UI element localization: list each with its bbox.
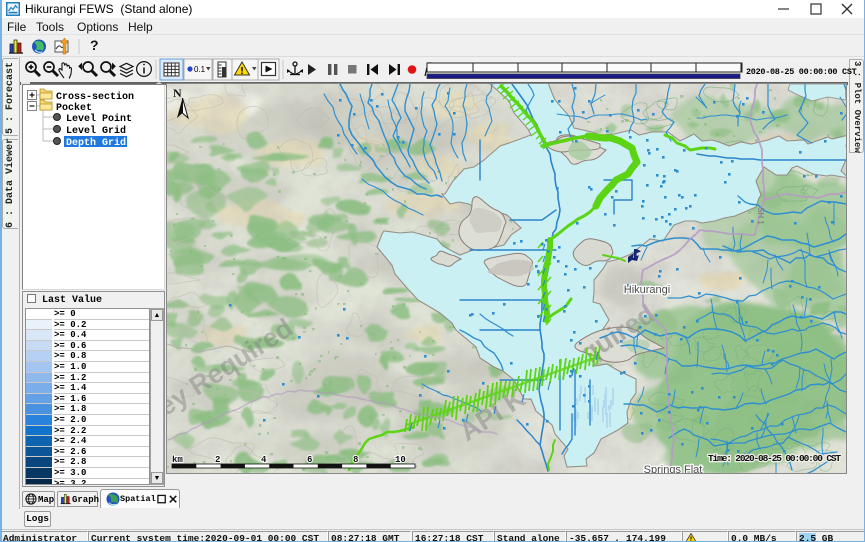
svg-text:10: 10 [395, 455, 406, 465]
svg-text:6: 6 [307, 455, 312, 465]
svg-text:Hikurangi: Hikurangi [624, 284, 670, 296]
svg-text:Springs Flat: Springs Flat [644, 464, 703, 473]
svg-text:8: 8 [353, 455, 358, 465]
svg-text:km: km [172, 455, 183, 465]
svg-text:N: N [173, 86, 182, 100]
svg-text:2: 2 [215, 455, 220, 465]
svg-text:Level Grid: Level Grid [66, 125, 126, 137]
svg-text:0.1: 0.1 [194, 65, 206, 74]
svg-text:Depth Grid: Depth Grid [66, 137, 126, 149]
svg-text:Time: 2020-08-25 00:00:00 CST: Time: 2020-08-25 00:00:00 CST [708, 453, 841, 464]
svg-text:Cross-section: Cross-section [56, 91, 134, 103]
svg-text:SH 1: SH 1 [756, 207, 765, 225]
svg-text:Level Point: Level Point [66, 113, 132, 125]
svg-text:4: 4 [261, 455, 267, 465]
svg-text:Pocket: Pocket [56, 102, 92, 114]
